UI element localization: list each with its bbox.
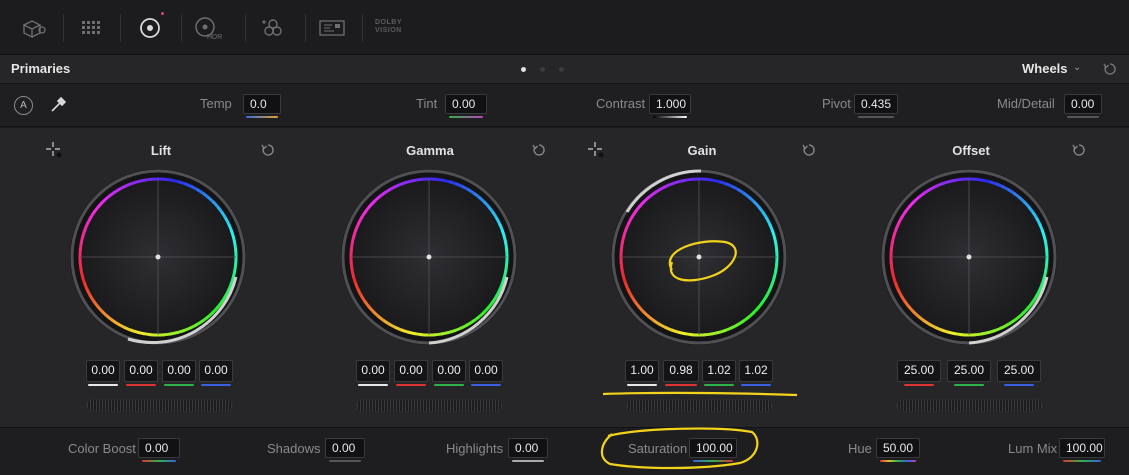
color-match-icon[interactable] <box>73 10 109 46</box>
dolby-label: DOLBY <box>375 19 402 26</box>
lift-puck[interactable] <box>155 254 161 260</box>
auto-balance-button[interactable]: A <box>14 96 33 115</box>
lift-title: Lift <box>150 143 172 158</box>
gain-wheel[interactable] <box>609 167 789 347</box>
toolbar: HDR DOLBY VISION <box>0 0 1129 55</box>
gain-puck[interactable] <box>696 254 702 260</box>
rgb-mixer-icon[interactable] <box>256 10 292 46</box>
offset-reset-icon[interactable] <box>1071 142 1087 158</box>
wheels-panel: Lift 0.00 0.00 0.00 0.00 Gamma 0.00 0.00… <box>0 128 1129 427</box>
chevron-down-icon[interactable]: ⌄ <box>1073 62 1081 73</box>
offset-g-field[interactable]: 25.00 <box>947 360 991 382</box>
tint-slider[interactable] <box>449 116 483 118</box>
gain-r-field[interactable]: 0.98 <box>663 360 699 382</box>
crosshair-icon[interactable] <box>586 140 606 160</box>
pivot-slider[interactable] <box>858 116 894 118</box>
lift-r-field[interactable]: 0.00 <box>124 360 158 382</box>
gamma-r-field[interactable]: 0.00 <box>394 360 428 382</box>
lift-y-field[interactable]: 0.00 <box>86 360 120 382</box>
offset-puck[interactable] <box>966 254 972 260</box>
eyedropper-icon[interactable] <box>48 95 68 115</box>
pivot-field[interactable]: 0.435 <box>854 94 898 114</box>
color-boost-label: Color Boost <box>68 441 136 456</box>
contrast-label: Contrast <box>596 96 646 111</box>
panel-header: Primaries Wheels ⌄ <box>0 55 1129 84</box>
offset-master-wheel[interactable] <box>896 399 1043 412</box>
offset-title: Offset <box>952 143 990 158</box>
gain-master-wheel[interactable] <box>626 399 773 412</box>
active-indicator <box>161 12 164 15</box>
page-dot-3[interactable] <box>559 67 564 72</box>
highlights-slider[interactable] <box>512 460 544 462</box>
lift-g-field[interactable]: 0.00 <box>162 360 196 382</box>
gamma-wheel[interactable] <box>339 167 519 347</box>
vision-label: VISION <box>375 27 402 34</box>
gain-y-field[interactable]: 1.00 <box>625 360 659 382</box>
color-boost-slider[interactable] <box>142 460 176 462</box>
temp-label: Temp <box>200 96 232 111</box>
gamma-title: Gamma <box>406 143 454 158</box>
hue-field[interactable]: 50.00 <box>876 438 920 458</box>
middetail-label: Mid/Detail <box>997 96 1055 111</box>
contrast-field[interactable]: 1.000 <box>649 94 691 114</box>
color-wheels-icon[interactable] <box>132 10 168 46</box>
lum-mix-label: Lum Mix <box>1008 441 1058 456</box>
gamma-master-wheel[interactable] <box>356 399 503 412</box>
gain-reset-icon[interactable] <box>801 142 817 158</box>
temp-slider[interactable] <box>246 116 278 118</box>
shadows-field[interactable]: 0.00 <box>325 438 365 458</box>
gamma-reset-icon[interactable] <box>531 142 547 158</box>
gamma-g-field[interactable]: 0.00 <box>432 360 466 382</box>
temp-field[interactable]: 0.0 <box>243 94 281 114</box>
hue-label: Hue <box>848 441 872 456</box>
lift-master-wheel[interactable] <box>86 399 233 412</box>
gamma-y-field[interactable]: 0.00 <box>356 360 390 382</box>
panel-title: Primaries <box>11 61 71 76</box>
highlights-label: Highlights <box>446 441 504 456</box>
gamma-puck[interactable] <box>426 254 432 260</box>
offset-b-field[interactable]: 25.00 <box>997 360 1041 382</box>
contrast-slider[interactable] <box>653 116 687 118</box>
offset-r-field[interactable]: 25.00 <box>897 360 941 382</box>
pivot-label: Pivot <box>822 96 851 111</box>
reset-all-icon[interactable] <box>1102 61 1118 77</box>
lift-b-field[interactable]: 0.00 <box>199 360 233 382</box>
page-indicator[interactable] <box>521 67 564 72</box>
gamma-b-field[interactable]: 0.00 <box>469 360 503 382</box>
hdr-wheels-icon[interactable]: HDR <box>192 10 228 46</box>
gain-g-field[interactable]: 1.02 <box>702 360 736 382</box>
mode-dropdown[interactable]: Wheels <box>1022 61 1068 76</box>
shadows-label: Shadows <box>267 441 321 456</box>
motion-effects-icon[interactable] <box>314 10 350 46</box>
lum-mix-slider[interactable] <box>1063 460 1101 462</box>
middetail-field[interactable]: 0.00 <box>1064 94 1102 114</box>
crosshair-icon[interactable] <box>44 140 64 160</box>
highlights-field[interactable]: 0.00 <box>508 438 548 458</box>
page-dot-2[interactable] <box>540 67 545 72</box>
camera-raw-icon[interactable] <box>16 10 52 46</box>
saturation-slider[interactable] <box>693 460 733 462</box>
page-dot-1[interactable] <box>521 67 526 72</box>
color-boost-field[interactable]: 0.00 <box>138 438 180 458</box>
middetail-slider[interactable] <box>1067 116 1099 118</box>
bottom-adjustment-row: Color Boost 0.00 Shadows 0.00 Highlights… <box>0 427 1129 475</box>
saturation-label: Saturation <box>628 441 688 456</box>
hue-slider[interactable] <box>880 460 916 462</box>
adjustment-row: A Temp 0.0 Tint 0.00 Contrast 1.000 Pivo… <box>0 84 1129 127</box>
offset-wheel[interactable] <box>879 167 1059 347</box>
shadows-slider[interactable] <box>329 460 361 462</box>
gain-title: Gain <box>687 143 717 158</box>
tint-label: Tint <box>416 96 438 111</box>
gain-b-field[interactable]: 1.02 <box>739 360 773 382</box>
lum-mix-field[interactable]: 100.00 <box>1059 438 1105 458</box>
lift-reset-icon[interactable] <box>260 142 276 158</box>
lift-wheel[interactable] <box>68 167 248 347</box>
tint-field[interactable]: 0.00 <box>445 94 487 114</box>
dolby-vision-tab[interactable]: DOLBY VISION <box>375 19 402 35</box>
svg-text:HDR: HDR <box>207 34 222 41</box>
saturation-field[interactable]: 100.00 <box>689 438 737 458</box>
